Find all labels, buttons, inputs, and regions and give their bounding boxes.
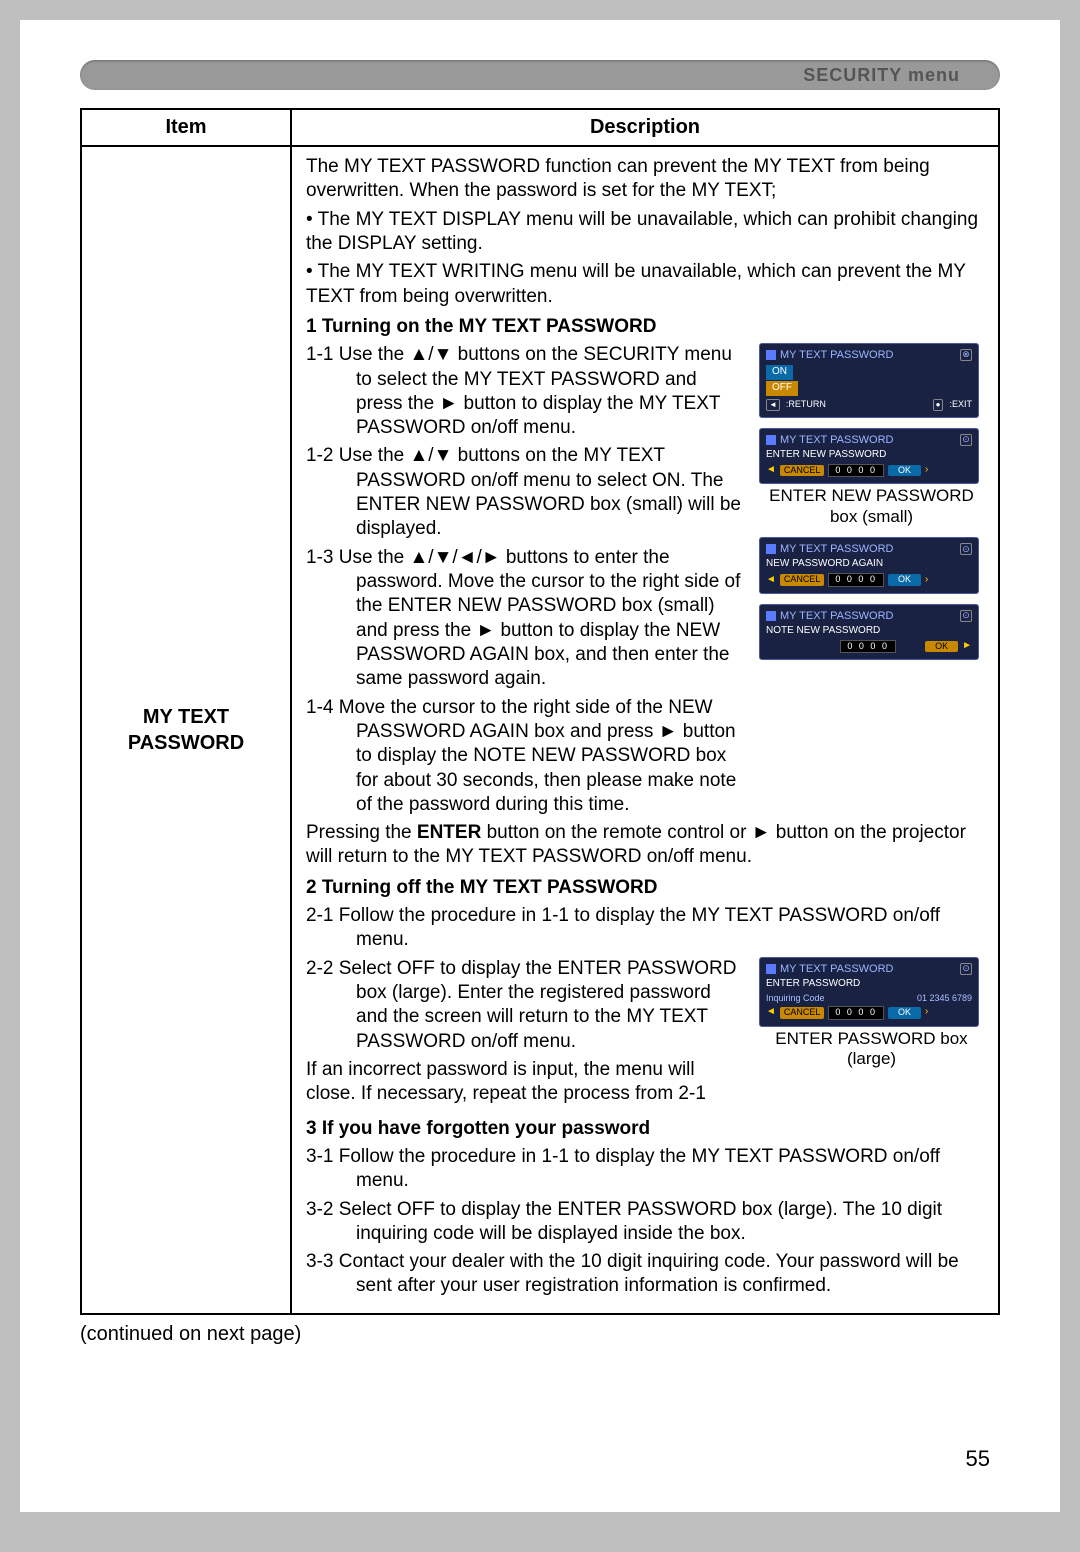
dialog-enter-pwd-large: MY TEXT PASSWORD ⊙ ENTER PASSWORD Inquir…: [759, 957, 979, 1027]
dlg-ok: OK: [888, 465, 921, 477]
sec1-s1: 1-1 Use the ▲/▼ buttons on the SECURITY …: [306, 343, 747, 440]
dlg-digits-1: 0 0 0 0: [828, 464, 884, 478]
item-name-line2: PASSWORD: [82, 730, 290, 756]
intro-b2: • The MY TEXT WRITING menu will be unava…: [306, 260, 984, 309]
lock-icon: [766, 611, 776, 621]
lock-icon: [766, 964, 776, 974]
return-key-icon: ◄: [766, 399, 780, 411]
header-description: Description: [291, 109, 999, 146]
intro-b1: • The MY TEXT DISPLAY menu will be unava…: [306, 208, 984, 257]
dialog-note-new: MY TEXT PASSWORD ⊙ NOTE NEW PASSWORD 0 0…: [759, 604, 979, 660]
dlg-title-4: MY TEXT PASSWORD: [780, 609, 894, 623]
sec2-s1: 2-1 Follow the procedure in 1-1 to displ…: [306, 904, 984, 953]
cap-enter-small-2: box (small): [830, 507, 913, 526]
dlg-cancel-3: CANCEL: [780, 1007, 825, 1019]
description-cell: The MY TEXT PASSWORD function can preven…: [291, 146, 999, 1314]
dlg-enter-new-label: ENTER NEW PASSWORD: [766, 449, 972, 462]
right-arrow-icon: ›: [925, 464, 928, 477]
close-icon: ⊙: [960, 543, 972, 555]
dlg-cancel: CANCEL: [780, 465, 825, 477]
lock-icon: [766, 435, 776, 445]
dlg-ok-3: OK: [925, 641, 958, 653]
header-item: Item: [81, 109, 291, 146]
continued-note: (continued on next page): [80, 1323, 1000, 1346]
dlg-digits-2: 0 0 0 0: [828, 573, 884, 587]
dlg-ok-2: OK: [888, 574, 921, 586]
sec2-foot: If an incorrect password is input, the m…: [306, 1058, 747, 1107]
cap-enter-large-1: ENTER PASSWORD box: [775, 1029, 967, 1048]
dialog-enter-new: MY TEXT PASSWORD ⊙ ENTER NEW PASSWORD ◄ …: [759, 428, 979, 484]
dlg-digits-3: 0 0 0 0: [840, 640, 896, 654]
page-number: 55: [966, 1446, 990, 1472]
sec2-head: 2 Turning off the MY TEXT PASSWORD: [306, 876, 984, 900]
sec3-s2: 3-2 Select OFF to display the ENTER PASS…: [306, 1198, 984, 1247]
sec3-s3: 3-3 Contact your dealer with the 10 digi…: [306, 1250, 984, 1299]
dlg-digits-4: 0 0 0 0: [828, 1006, 884, 1020]
sec1-s2: 1-2 Use the ▲/▼ buttons on the MY TEXT P…: [306, 444, 747, 541]
menu-header-bar: SECURITY menu: [80, 60, 1000, 90]
sec1-head: 1 Turning on the MY TEXT PASSWORD: [306, 315, 984, 339]
item-name-line1: MY TEXT: [82, 704, 290, 730]
sec1-s3: 1-3 Use the ▲/▼/◄/► buttons to enter the…: [306, 546, 747, 692]
dialog-new-again: MY TEXT PASSWORD ⊙ NEW PASSWORD AGAIN ◄ …: [759, 537, 979, 593]
sec3-head: 3 If you have forgotten your password: [306, 1117, 984, 1141]
dlg-inq-code: 01 2345 6789: [917, 993, 972, 1005]
dlg-exit: :EXIT: [949, 399, 972, 411]
intro-p1: The MY TEXT PASSWORD function can preven…: [306, 155, 984, 204]
left-arrow-icon: ◄: [766, 464, 776, 477]
dlg-inq-label: Inquiring Code: [766, 993, 825, 1005]
dlg-new-again-label: NEW PASSWORD AGAIN: [766, 558, 972, 571]
sec1-foot: Pressing the ENTER button on the remote …: [306, 821, 984, 870]
dlg-off: OFF: [766, 381, 798, 396]
right-arrow-icon: ›: [925, 574, 928, 587]
lock-icon: [766, 544, 776, 554]
left-arrow-icon: ◄: [766, 574, 776, 587]
dlg-enter-pwd-label: ENTER PASSWORD: [766, 978, 972, 991]
close-icon: ⊙: [960, 434, 972, 446]
close-icon: ⊙: [960, 963, 972, 975]
menu-title: SECURITY menu: [803, 65, 960, 86]
close-icon: ⊗: [960, 349, 972, 361]
cap-enter-large-2: (large): [847, 1049, 896, 1068]
close-icon: ⊙: [960, 610, 972, 622]
sec2-s2: 2-2 Select OFF to display the ENTER PASS…: [306, 957, 747, 1054]
sec1-s4: 1-4 Move the cursor to the right side of…: [306, 696, 747, 818]
dlg-title-3: MY TEXT PASSWORD: [780, 542, 894, 556]
dlg-on: ON: [766, 365, 793, 380]
dlg-return: :RETURN: [786, 399, 826, 411]
right-arrow-icon: ›: [925, 1006, 928, 1019]
dlg-note-new-label: NOTE NEW PASSWORD: [766, 625, 972, 638]
dlg-title-2: MY TEXT PASSWORD: [780, 433, 894, 447]
dlg-cancel-2: CANCEL: [780, 574, 825, 586]
left-arrow-icon: ◄: [766, 1006, 776, 1019]
dlg-title-5: MY TEXT PASSWORD: [780, 962, 894, 976]
item-name-cell: MY TEXT PASSWORD: [81, 146, 291, 1314]
lock-icon: [766, 350, 776, 360]
right-arrow-icon: ►: [962, 640, 972, 653]
dlg-title-1: MY TEXT PASSWORD: [780, 348, 894, 362]
cap-enter-small-1: ENTER NEW PASSWORD: [769, 486, 974, 505]
dialog-onoff: MY TEXT PASSWORD ⊗ ON OFF ◄ :RETURN ● :E…: [759, 343, 979, 418]
exit-key-icon: ●: [933, 399, 944, 411]
content-table: Item Description MY TEXT PASSWORD The MY…: [80, 108, 1000, 1315]
dlg-ok-4: OK: [888, 1007, 921, 1019]
sec3-s1: 3-1 Follow the procedure in 1-1 to displ…: [306, 1145, 984, 1194]
